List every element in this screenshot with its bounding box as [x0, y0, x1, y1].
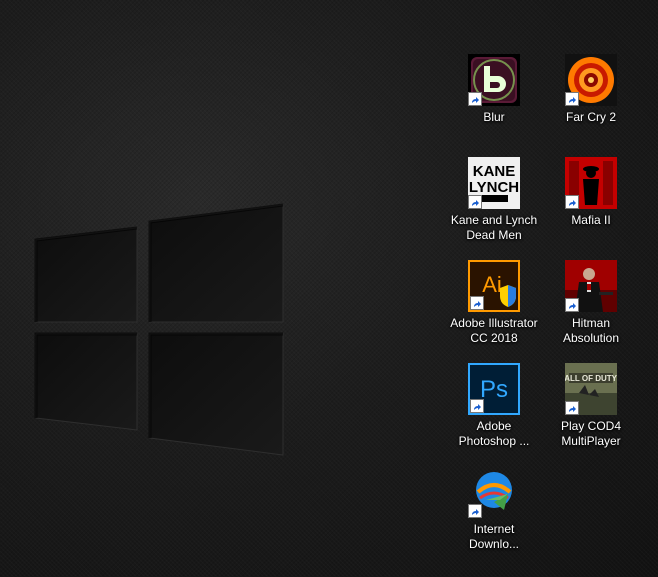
icon-label: Blur — [483, 110, 505, 124]
kane-lynch-icon: KANE LYNCH — [468, 157, 520, 209]
shortcut-arrow-icon — [468, 195, 482, 209]
shortcut-arrow-icon — [470, 399, 484, 413]
icon-label: Adobe Photoshop ... — [458, 419, 530, 448]
cod4-icon: CALL OF DUTY 4 — [565, 363, 617, 415]
desktop-icon-play-cod4-multiplayer[interactable]: CALL OF DUTY 4 Play COD4 MultiPlayer — [544, 363, 638, 449]
hitman-absolution-icon — [565, 260, 617, 312]
icon-label: Far Cry 2 — [565, 110, 616, 124]
icon-label: Play COD4 MultiPlayer — [560, 419, 622, 448]
blur-icon — [468, 54, 520, 106]
internet-download-manager-icon — [468, 466, 520, 518]
shortcut-arrow-icon — [468, 92, 482, 106]
adobe-photoshop-icon: Ps — [468, 363, 520, 415]
adobe-illustrator-icon: Ai — [468, 260, 520, 312]
svg-text:KANE: KANE — [473, 163, 516, 180]
icon-label: Mafia II — [571, 213, 611, 227]
desktop-icon-adobe-photoshop[interactable]: Ps Adobe Photoshop ... — [447, 363, 541, 449]
shortcut-arrow-icon — [468, 504, 482, 518]
svg-text:Ps: Ps — [480, 376, 508, 403]
mafia-ii-icon — [565, 157, 617, 209]
svg-text:LYNCH: LYNCH — [469, 179, 519, 196]
icon-label: Adobe Illustrator CC 2018 — [450, 316, 538, 345]
shortcut-arrow-icon — [565, 92, 579, 106]
shortcut-arrow-icon — [565, 195, 579, 209]
desktop-icon-kane-and-lynch[interactable]: KANE LYNCH Kane and Lynch Dead Men — [447, 157, 541, 243]
shortcut-arrow-icon — [470, 296, 484, 310]
desktop-icon-internet-download-manager[interactable]: Internet Downlo... — [447, 466, 541, 552]
svg-text:Ai: Ai — [482, 272, 502, 297]
icon-label: Kane and Lynch Dead Men — [450, 213, 538, 242]
shortcut-arrow-icon — [565, 298, 579, 312]
desktop-icon-hitman-absolution[interactable]: Hitman Absolution — [544, 260, 638, 346]
desktop-icon-blur[interactable]: Blur — [447, 54, 541, 125]
desktop-icon-far-cry-2[interactable]: Far Cry 2 — [544, 54, 638, 125]
far-cry-2-icon — [565, 54, 617, 106]
desktop-icon-mafia-ii[interactable]: Mafia II — [544, 157, 638, 228]
shortcut-arrow-icon — [565, 401, 579, 415]
icon-label: Internet Downlo... — [468, 522, 520, 551]
svg-text:CALL OF DUTY 4: CALL OF DUTY 4 — [565, 374, 617, 383]
desktop[interactable]: Blur Far Cry 2 KANE LYNCH Kane and Lynch… — [0, 0, 658, 577]
icon-label: Hitman Absolution — [562, 316, 620, 345]
desktop-icon-adobe-illustrator[interactable]: Ai Adobe Illustrator CC 2018 — [447, 260, 541, 346]
